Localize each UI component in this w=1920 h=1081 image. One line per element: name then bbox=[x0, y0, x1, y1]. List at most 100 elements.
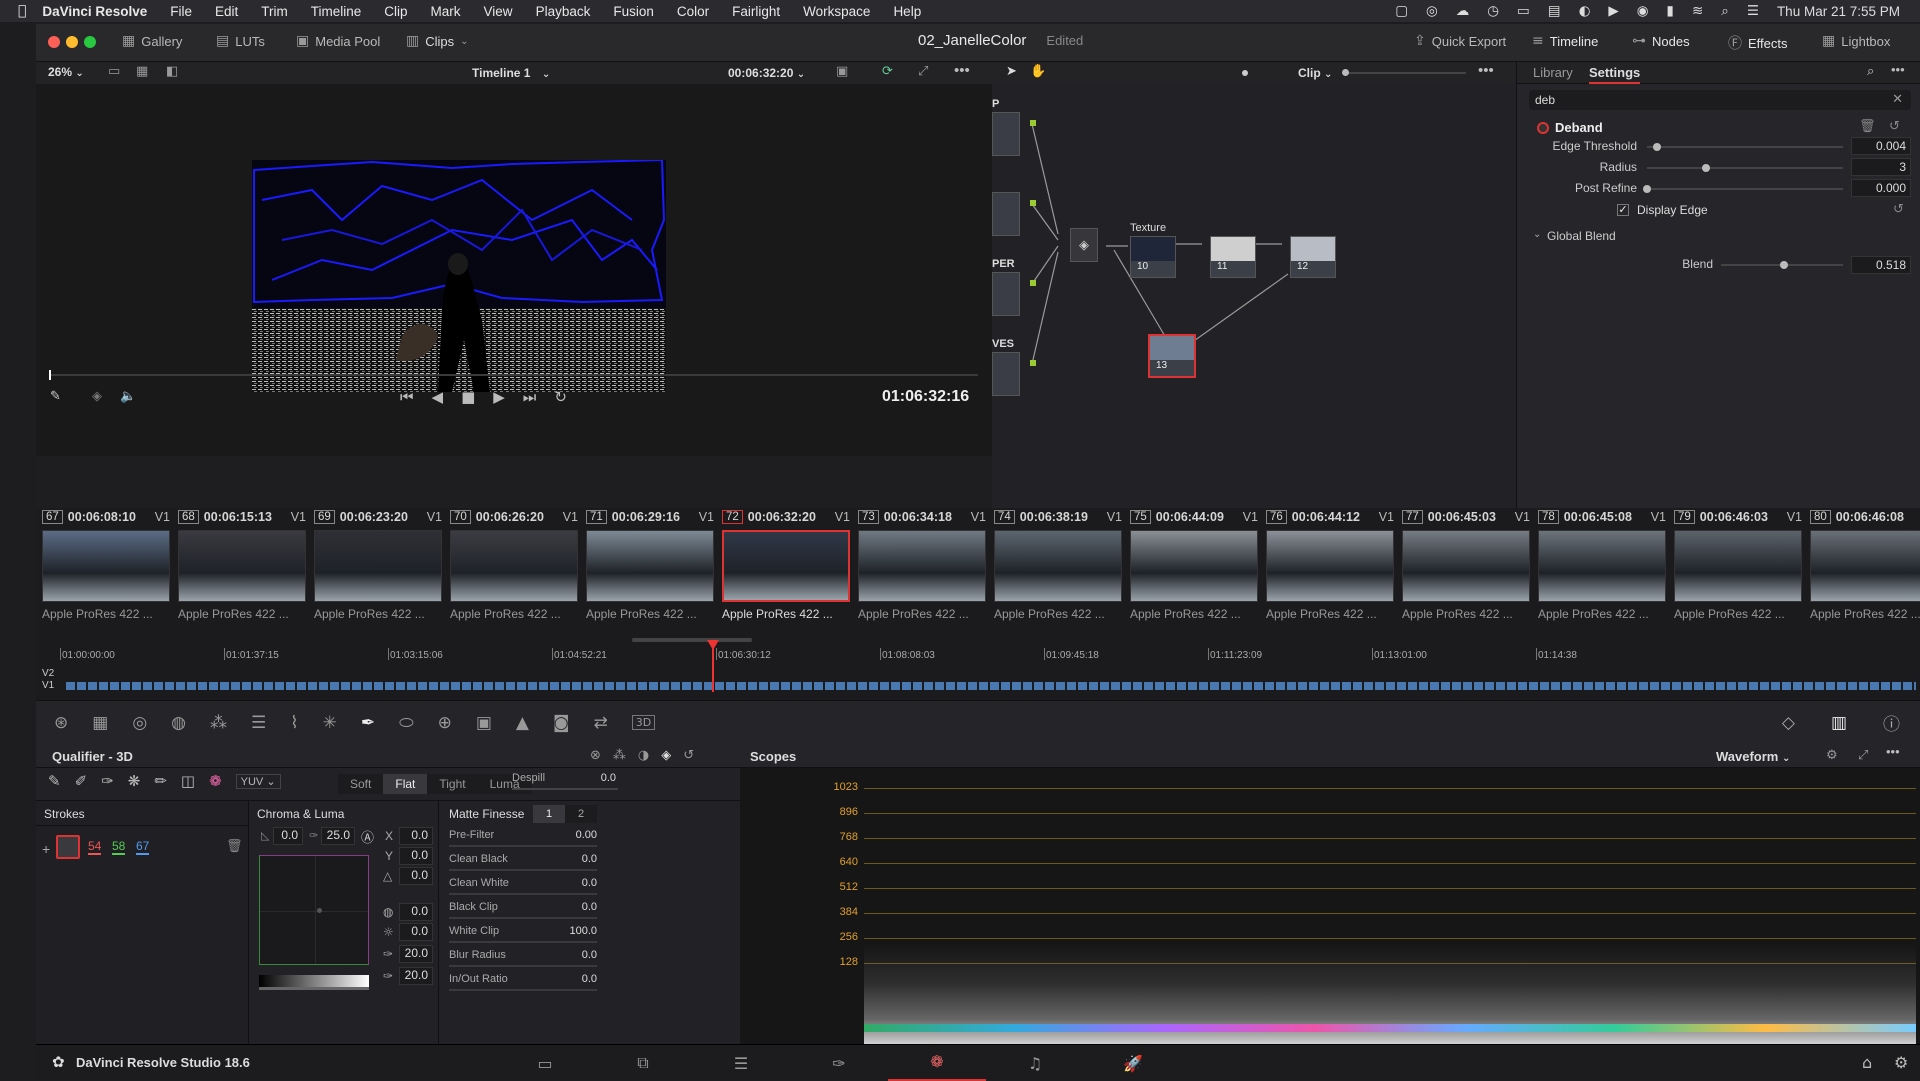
zoom-select[interactable]: 26% ⌄ bbox=[48, 65, 84, 79]
blend-slider[interactable] bbox=[1721, 261, 1843, 269]
color-page-icon[interactable]: ❁ bbox=[888, 1045, 986, 1081]
display-icon[interactable]: ▭ bbox=[1517, 3, 1530, 19]
add-stroke-button[interactable]: + bbox=[42, 841, 50, 857]
calendar-icon[interactable]: ▤ bbox=[1548, 3, 1561, 19]
mode-tight[interactable]: Tight bbox=[427, 777, 477, 791]
node-zoom-handle[interactable] bbox=[1342, 69, 1349, 76]
matte-slider[interactable] bbox=[449, 869, 597, 871]
timeline-toggle-button[interactable]: ≡ Timeline bbox=[1532, 33, 1598, 49]
param-slider-handle[interactable] bbox=[1652, 143, 1661, 151]
play-icon[interactable]: ▶ bbox=[1608, 3, 1618, 19]
viewer-image[interactable] bbox=[252, 160, 666, 392]
camera-raw-icon[interactable]: ⊛ bbox=[54, 713, 68, 733]
lightbox-button[interactable]: ▦ Lightbox bbox=[1822, 33, 1890, 49]
menu-fusion[interactable]: Fusion bbox=[613, 4, 654, 19]
cast-icon[interactable]: ◐ bbox=[1579, 3, 1591, 19]
chroma-target[interactable] bbox=[317, 908, 322, 913]
menu-timeline[interactable]: Timeline bbox=[311, 4, 362, 19]
clip-strip-scrollbar[interactable] bbox=[632, 638, 752, 642]
reverse-play-icon[interactable]: ◀ bbox=[432, 388, 444, 406]
matte-slider[interactable] bbox=[449, 965, 597, 967]
fusion-page-icon[interactable]: ✑ bbox=[790, 1054, 888, 1073]
scrubber-playhead[interactable] bbox=[49, 370, 51, 380]
control-center-icon[interactable]: ☰ bbox=[1747, 3, 1759, 19]
node-11[interactable]: 11 bbox=[1210, 236, 1256, 278]
layout-split-icon[interactable]: ◧ bbox=[166, 64, 178, 79]
curves-icon[interactable]: ⌇ bbox=[290, 713, 298, 733]
node-zoom-slider[interactable] bbox=[1346, 72, 1466, 74]
matte-value[interactable]: 0.0 bbox=[582, 877, 597, 889]
luma-range[interactable] bbox=[259, 987, 369, 990]
node-port[interactable] bbox=[1030, 200, 1036, 206]
clip-thumbnail[interactable]: 78 00:06:45:08 V1 Apple ProRes 422 ... bbox=[1538, 508, 1674, 638]
x-value[interactable]: 0.0 bbox=[399, 827, 433, 845]
gallery-button[interactable]: ▦ Gallery bbox=[122, 33, 182, 49]
highlight-mode-icon[interactable]: ◫ bbox=[181, 772, 195, 790]
playhead[interactable] bbox=[712, 644, 714, 692]
mode-flat[interactable]: Flat bbox=[383, 774, 428, 794]
matte-slider[interactable] bbox=[449, 941, 597, 943]
wifi-icon[interactable]: ≋ bbox=[1692, 3, 1703, 19]
menu-fairlight[interactable]: Fairlight bbox=[732, 4, 780, 19]
playhead-marker[interactable] bbox=[707, 640, 719, 650]
v1-track-clips[interactable] bbox=[66, 682, 1916, 690]
tab-library[interactable]: Library bbox=[1533, 65, 1573, 80]
clip-thumbnail[interactable]: 68 00:06:15:13 V1 Apple ProRes 422 ... bbox=[178, 508, 314, 638]
matte-value[interactable]: 0.00 bbox=[576, 829, 597, 841]
loop-icon[interactable]: ↻ bbox=[554, 388, 567, 406]
node-left-4[interactable] bbox=[992, 352, 1020, 396]
qualifier-icon[interactable]: ✒ bbox=[361, 713, 375, 733]
effects-toggle-button[interactable]: Ⓕ Effects bbox=[1728, 33, 1788, 53]
chroma-plane[interactable] bbox=[259, 855, 369, 965]
timeline-select[interactable]: Timeline 1 ⌄ bbox=[472, 66, 550, 80]
eyedropper-icon[interactable]: ✎ bbox=[50, 389, 61, 404]
layout-grid-icon[interactable]: ▦ bbox=[136, 64, 148, 79]
motion-effects-icon[interactable]: ☰ bbox=[251, 713, 266, 733]
matte-slider[interactable] bbox=[449, 989, 597, 991]
clip-thumbnail[interactable]: 79 00:06:46:03 V1 Apple ProRes 422 ... bbox=[1674, 508, 1810, 638]
matte-value[interactable]: 0.0 bbox=[582, 853, 597, 865]
apple-icon[interactable]:  bbox=[18, 3, 26, 19]
key-icon[interactable]: ◙ bbox=[553, 713, 570, 733]
menu-clip[interactable]: Clip bbox=[384, 4, 407, 19]
matte-value[interactable]: 0.0 bbox=[582, 901, 597, 913]
clock-icon[interactable]: ◷ bbox=[1487, 3, 1499, 19]
node-13-selected[interactable]: 13 bbox=[1148, 334, 1196, 378]
close-window-button[interactable] bbox=[48, 36, 60, 48]
blend-slider-handle[interactable] bbox=[1780, 261, 1789, 269]
reset-icon[interactable]: ↺ bbox=[1889, 119, 1900, 134]
scope-expand-icon[interactable]: ⤢ bbox=[1858, 748, 1868, 763]
matte-slider[interactable] bbox=[449, 845, 597, 847]
scopes-icon[interactable]: ▥ bbox=[1831, 713, 1847, 733]
pointer-icon[interactable]: ➤ bbox=[1006, 64, 1017, 79]
node-12[interactable]: 12 bbox=[1290, 236, 1336, 278]
timecode-select[interactable]: 00:06:32:20 ⌄ bbox=[728, 66, 805, 80]
clip-thumbnail[interactable]: 80 00:06:46:08 Apple ProRes 422 ... bbox=[1810, 508, 1920, 638]
scope-more-icon[interactable]: ••• bbox=[1886, 744, 1900, 759]
matte-slider[interactable] bbox=[449, 893, 597, 895]
menu-trim[interactable]: Trim bbox=[261, 4, 288, 19]
tracker-icon[interactable]: ⊕ bbox=[438, 713, 452, 733]
keyframes-icon[interactable]: ◇ bbox=[1782, 713, 1795, 733]
clip-thumbnail[interactable]: 69 00:06:23:20 V1 Apple ProRes 422 ... bbox=[314, 508, 450, 638]
layers-icon[interactable]: ◈ bbox=[92, 389, 102, 404]
sizing-icon[interactable]: ⇄ bbox=[593, 713, 607, 733]
layer-mixer-node[interactable]: ◈ bbox=[1070, 228, 1098, 262]
3d-icon[interactable]: 3D bbox=[631, 715, 656, 730]
node-port[interactable] bbox=[1030, 120, 1036, 126]
clip-thumbnail[interactable]: 67 00:06:08:10 V1 Apple ProRes 422 ... bbox=[42, 508, 178, 638]
go-to-end-icon[interactable]: ⏭ bbox=[523, 388, 537, 406]
clip-thumbnail[interactable]: 74 00:06:38:19 V1 Apple ProRes 422 ... bbox=[994, 508, 1130, 638]
clip-thumbnail[interactable]: 76 00:06:44:12 V1 Apple ProRes 422 ... bbox=[1266, 508, 1402, 638]
param-slider[interactable] bbox=[1647, 143, 1843, 151]
rgb-mixer-icon[interactable]: ⁂ bbox=[210, 713, 227, 733]
clip-thumbnail[interactable]: 70 00:06:26:20 V1 Apple ProRes 422 ... bbox=[450, 508, 586, 638]
effect-search-input[interactable]: deb ✕ bbox=[1529, 90, 1911, 110]
matte-value[interactable]: 0.0 bbox=[582, 949, 597, 961]
edit-page-icon[interactable]: ☰ bbox=[692, 1054, 790, 1073]
zoom-dot[interactable] bbox=[1242, 70, 1248, 76]
magic-mask-icon[interactable]: ▣ bbox=[476, 713, 492, 733]
layout-single-icon[interactable]: ▭ bbox=[108, 64, 120, 79]
menu-workspace[interactable]: Workspace bbox=[803, 4, 870, 19]
picker-plus-icon[interactable]: ✑ bbox=[101, 772, 114, 790]
